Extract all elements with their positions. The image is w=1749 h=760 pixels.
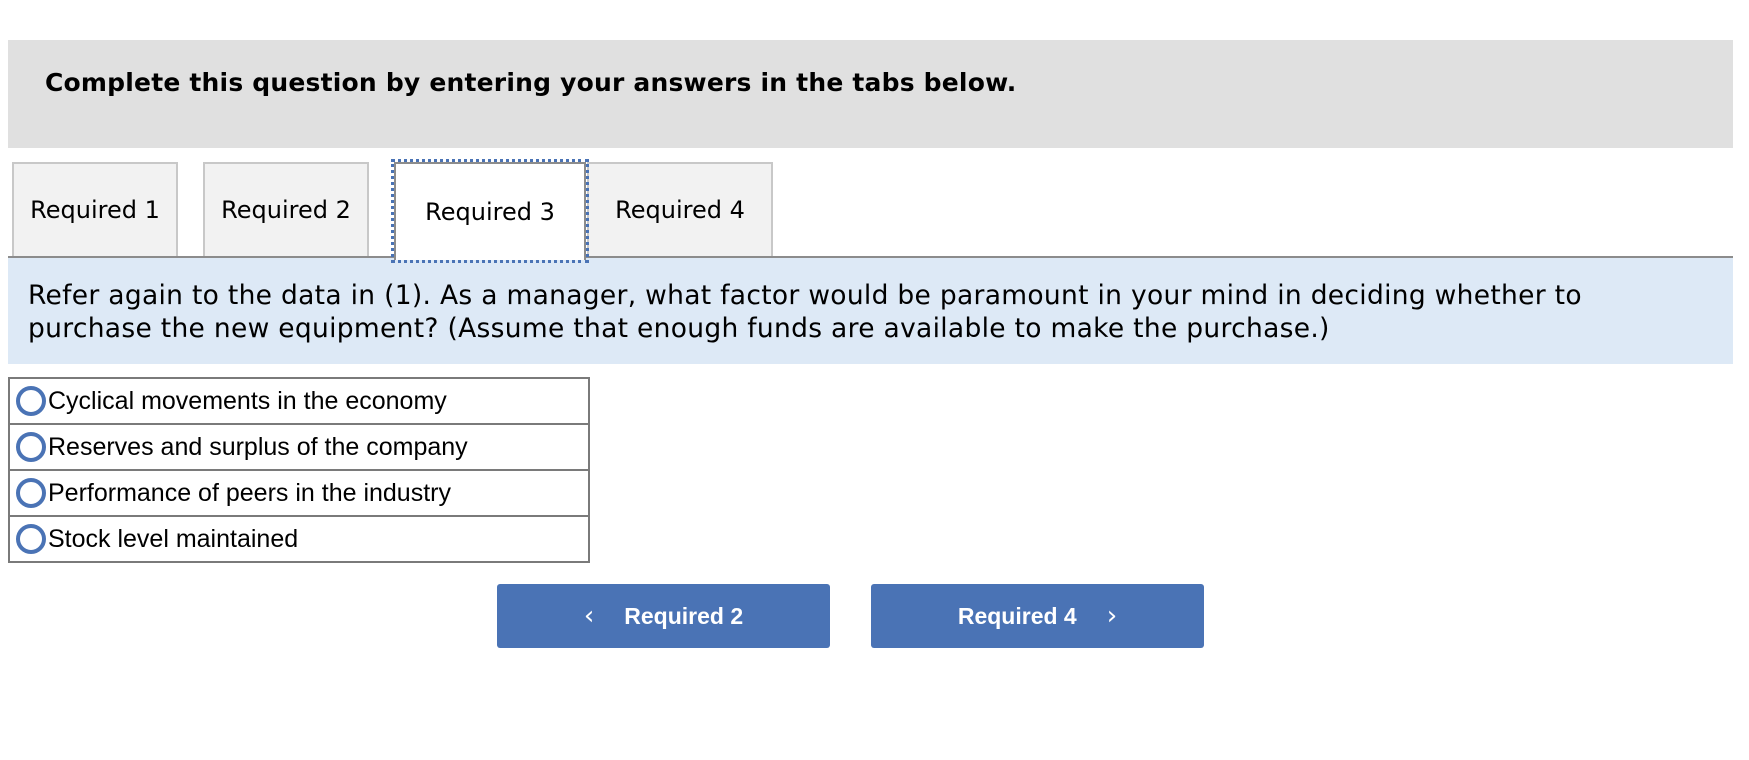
chevron-right-icon: › — [1106, 601, 1118, 631]
option-cyclical-movements[interactable]: Cyclical movements in the economy — [10, 379, 588, 425]
tab-required-4[interactable]: Required 4 — [587, 162, 773, 256]
tab-required-3[interactable]: Required 3 — [391, 159, 589, 263]
radio-button[interactable] — [16, 478, 46, 508]
option-label: Stock level maintained — [48, 524, 299, 553]
tab-required-2[interactable]: Required 2 — [203, 162, 369, 256]
question-prompt: Refer again to the data in (1). As a man… — [8, 258, 1733, 364]
option-label: Reserves and surplus of the company — [48, 432, 468, 461]
radio-button[interactable] — [16, 432, 46, 462]
next-button-label: Required 4 — [957, 602, 1077, 629]
tab-required-1[interactable]: Required 1 — [12, 162, 178, 256]
option-reserves-surplus[interactable]: Reserves and surplus of the company — [10, 425, 588, 471]
option-peer-performance[interactable]: Performance of peers in the industry — [10, 471, 588, 517]
option-label: Cyclical movements in the economy — [48, 386, 447, 415]
chevron-left-icon: ‹ — [583, 601, 595, 631]
next-required-button[interactable]: Required 4 › — [871, 584, 1204, 648]
radio-button[interactable] — [16, 524, 46, 554]
instruction-text: Complete this question by entering your … — [45, 68, 1017, 97]
instruction-banner: Complete this question by entering your … — [8, 40, 1733, 148]
previous-required-button[interactable]: ‹ Required 2 — [497, 584, 830, 648]
previous-button-label: Required 2 — [624, 602, 744, 629]
radio-button[interactable] — [16, 386, 46, 416]
option-stock-level[interactable]: Stock level maintained — [10, 517, 588, 561]
answer-options: Cyclical movements in the economy Reserv… — [8, 377, 590, 563]
option-label: Performance of peers in the industry — [48, 478, 451, 507]
